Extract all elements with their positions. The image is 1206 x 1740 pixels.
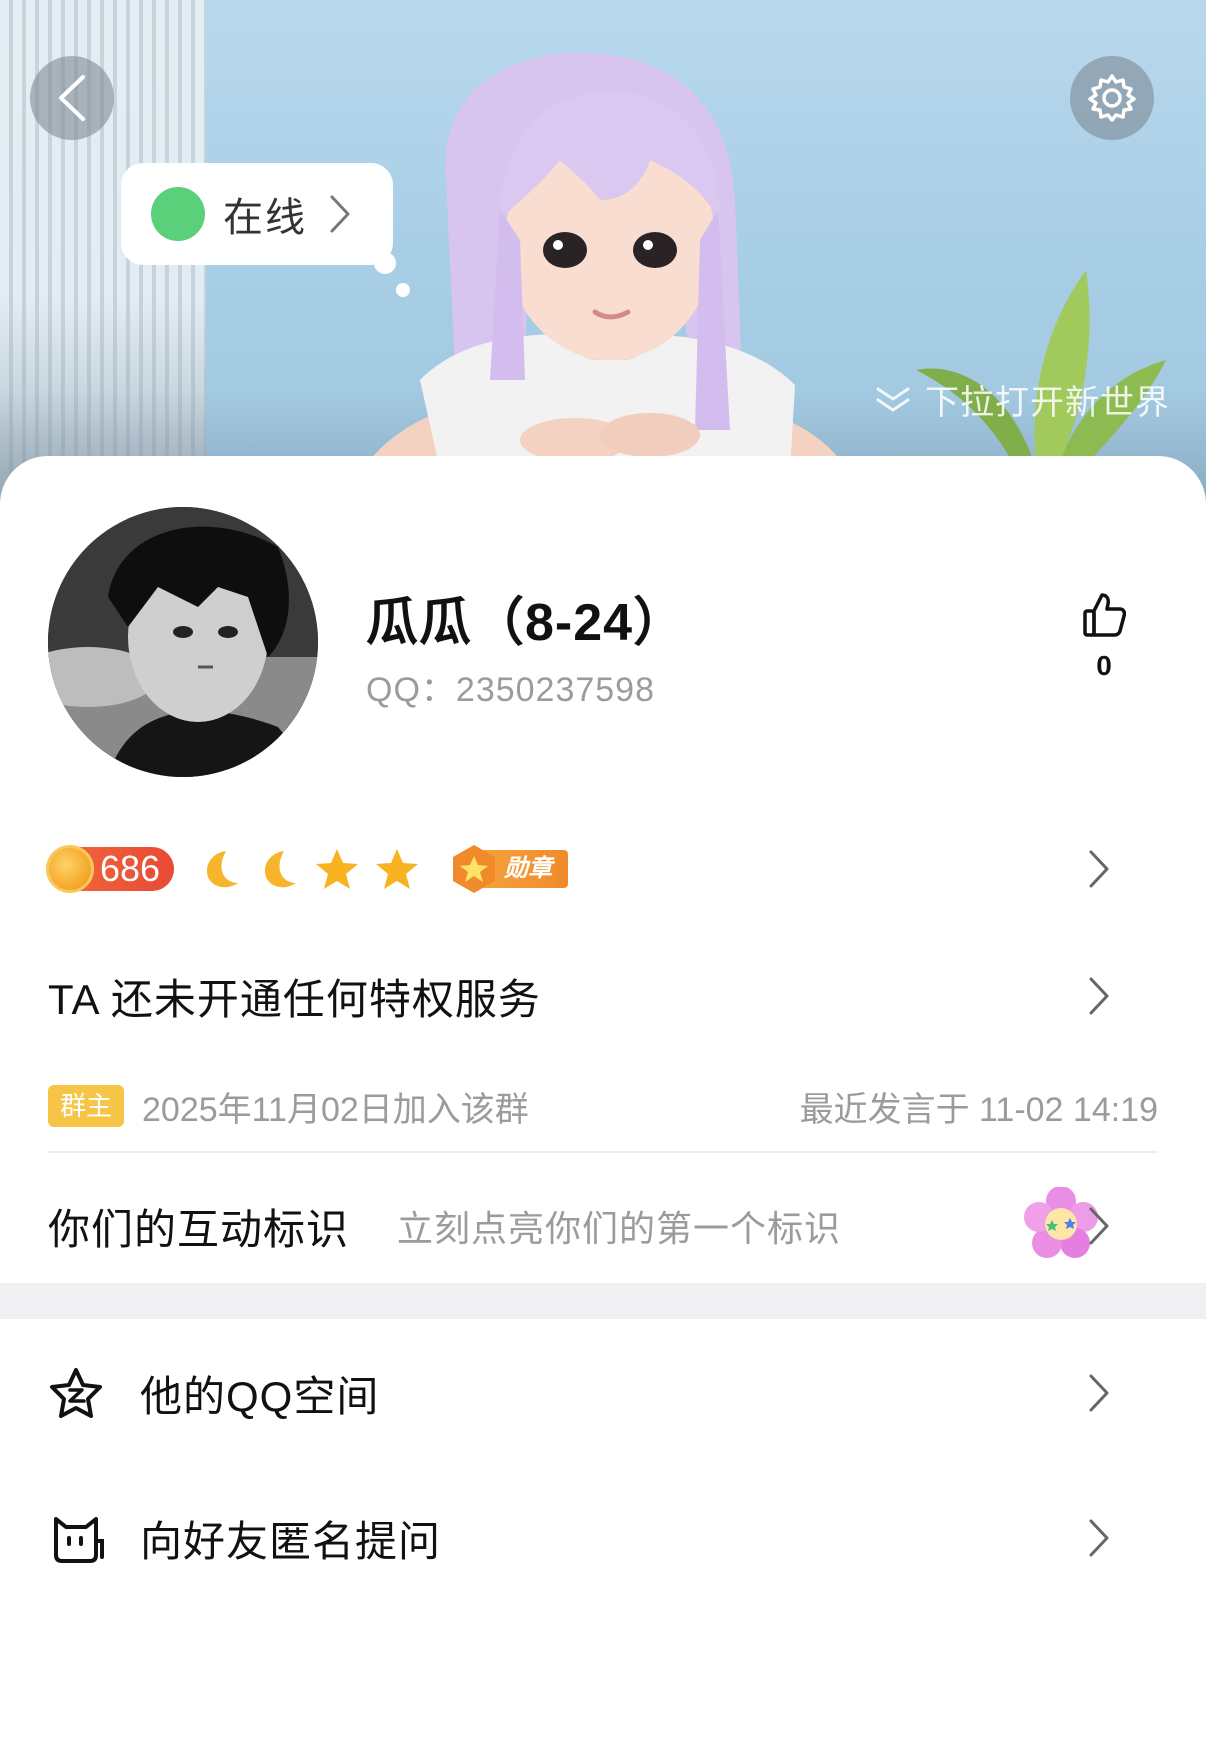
cat-icon — [54, 1517, 104, 1563]
interaction-mark-row[interactable]: 你们的互动标识 立刻点亮你们的第一个标识 — [48, 1181, 1158, 1271]
level-coin-icon — [46, 845, 94, 893]
section-gap — [0, 1283, 1206, 1319]
privilege-text: TA 还未开通任何特权服务 — [48, 975, 541, 1023]
online-dot-icon — [151, 187, 205, 241]
thumbs-up-icon — [1083, 593, 1127, 637]
pull-hint-text: 下拉打开新世界 — [925, 384, 1170, 422]
moon-icon — [265, 851, 297, 888]
join-date-text: 2025年11月02日加入该群 — [142, 1090, 529, 1129]
menu-item-anonymous-question[interactable]: 向好友匿名提问 — [48, 1493, 1158, 1583]
chevron-right-icon — [1089, 1207, 1109, 1245]
like-count: 0 — [1096, 650, 1112, 681]
profile-card: 瓜瓜（8-24） QQ：2350237598 0 686 勋章 TA 还未开通任… — [0, 456, 1206, 1740]
qq-number: 2350237598 — [455, 671, 655, 709]
chevron-right-icon — [1089, 1374, 1109, 1412]
qq-label: QQ： — [366, 671, 456, 709]
menu-item-qzone[interactable]: 他的QQ空间 — [48, 1348, 1158, 1438]
like-button[interactable]: 0 — [1074, 591, 1134, 682]
qq-level-badge: 686 — [46, 845, 175, 893]
group-info-row: 群主 2025年11月02日加入该群 最近发言于 11-02 14:19 — [48, 1076, 1158, 1136]
medal-badge: 勋章 — [450, 845, 569, 893]
avatar[interactable] — [48, 507, 318, 777]
nickname: 瓜瓜（8-24） — [366, 594, 687, 652]
pull-down-hint: 下拉打开新世界 — [875, 375, 1170, 424]
divider — [48, 1151, 1158, 1153]
gear-icon — [1088, 74, 1136, 122]
star-icon — [316, 849, 359, 889]
qq-number-line: QQ：2350237598 — [366, 662, 655, 711]
3d-avatar-illustration[interactable] — [350, 50, 870, 520]
menu-item-label: 他的QQ空间 — [140, 1372, 380, 1420]
settings-button[interactable] — [1070, 56, 1154, 140]
back-button[interactable] — [30, 56, 114, 140]
avatar-image — [48, 507, 318, 777]
bubble-tail — [374, 252, 396, 274]
moon-icon — [207, 851, 239, 888]
status-text: 在线 — [223, 196, 307, 240]
qzone-star-icon — [50, 1368, 102, 1418]
chevron-right-icon — [1089, 850, 1109, 888]
profile-header-scene: 在线 下拉打开新世界 — [0, 0, 1206, 520]
level-badges-row[interactable]: 686 勋章 — [46, 834, 1158, 904]
chevron-right-icon — [1089, 977, 1109, 1015]
flower-mark-icon — [1024, 1187, 1098, 1258]
bubble-tail — [396, 283, 410, 297]
medal-star-icon — [453, 845, 496, 893]
menu-item-label: 向好友匿名提问 — [140, 1517, 442, 1565]
double-chevron-down-icon — [876, 387, 910, 412]
online-status-bubble[interactable]: 在线 — [121, 163, 393, 265]
level-number: 686 — [100, 848, 161, 889]
chevron-right-icon — [330, 195, 350, 233]
privilege-row[interactable]: TA 还未开通任何特权服务 — [48, 956, 1158, 1036]
interaction-subtitle: 立刻点亮你们的第一个标识 — [397, 1208, 842, 1249]
chevron-left-icon — [59, 75, 85, 121]
interaction-title: 你们的互动标识 — [48, 1205, 350, 1253]
chevron-right-icon — [1089, 1519, 1109, 1557]
group-owner-tag: 群主 — [48, 1085, 125, 1127]
last-speak-text: 最近发言于 11-02 14:19 — [799, 1090, 1158, 1129]
star-icon — [376, 849, 419, 889]
